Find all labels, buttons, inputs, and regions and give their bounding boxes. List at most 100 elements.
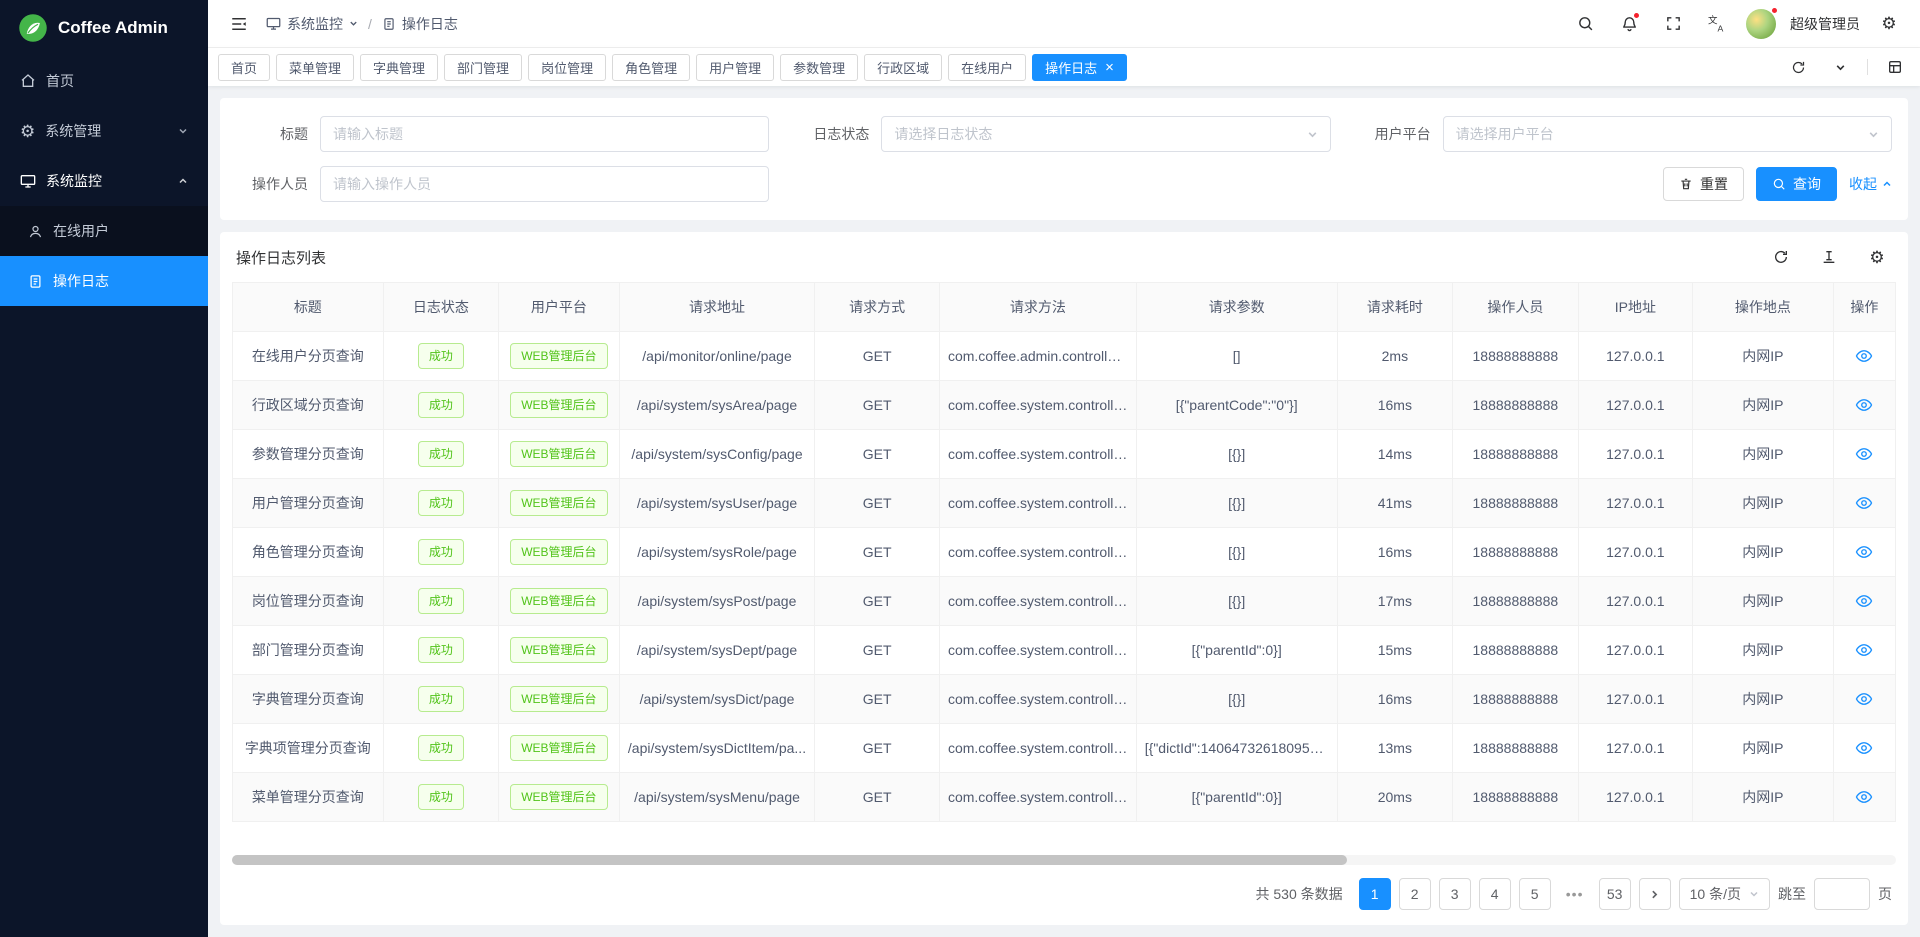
page-size-select[interactable]: 10 条/页: [1679, 878, 1770, 910]
view-detail-eye-icon[interactable]: [1855, 347, 1873, 365]
cell-location: 内网IP: [1693, 479, 1834, 528]
settings-gear-icon[interactable]: ⚙: [1874, 9, 1904, 39]
breadcrumb-parent[interactable]: 系统监控: [266, 14, 358, 34]
table-row: 菜单管理分页查询成功WEB管理后台/api/system/sysMenu/pag…: [233, 773, 1896, 822]
tab-options-chevron-down-icon[interactable]: [1825, 52, 1855, 82]
sidebar-collapse-icon[interactable]: [224, 9, 254, 39]
tab-label: 菜单管理: [289, 58, 341, 77]
next-page-button[interactable]: [1639, 878, 1671, 910]
sidebar-item-system-monitor[interactable]: 系统监控: [0, 156, 208, 206]
page-button-5[interactable]: 5: [1519, 878, 1551, 910]
view-detail-eye-icon[interactable]: [1855, 543, 1873, 561]
status-select[interactable]: 请选择日志状态: [881, 116, 1330, 152]
tab-首页[interactable]: 首页: [218, 54, 270, 81]
pagination-ellipsis[interactable]: •••: [1559, 878, 1591, 910]
sidebar-item-operation-log[interactable]: 操作日志: [0, 256, 208, 306]
page-button-4[interactable]: 4: [1479, 878, 1511, 910]
tab-岗位管理[interactable]: 岗位管理: [528, 54, 606, 81]
page-button-1[interactable]: 1: [1359, 878, 1391, 910]
tab-角色管理[interactable]: 角色管理: [612, 54, 690, 81]
tab-参数管理[interactable]: 参数管理: [780, 54, 858, 81]
tab-操作日志[interactable]: 操作日志×: [1032, 54, 1127, 81]
fullscreen-icon[interactable]: [1658, 9, 1688, 39]
column-header: 操作人员: [1453, 283, 1579, 332]
pagination-pages: 12345•••53: [1359, 878, 1631, 910]
tab-菜单管理[interactable]: 菜单管理: [276, 54, 354, 81]
cell-status: 成功: [383, 332, 498, 381]
view-detail-eye-icon[interactable]: [1855, 739, 1873, 757]
horizontal-scrollbar-thumb[interactable]: [232, 855, 1347, 865]
translate-icon[interactable]: 文A: [1702, 9, 1732, 39]
cell-method: GET: [815, 479, 940, 528]
svg-text:文: 文: [1708, 15, 1718, 27]
reset-button-label: 重置: [1700, 174, 1728, 194]
search-icon: [1772, 177, 1786, 191]
cell-duration: 13ms: [1337, 724, 1452, 773]
cell-method: GET: [815, 724, 940, 773]
table-row: 在线用户分页查询成功WEB管理后台/api/monitor/online/pag…: [233, 332, 1896, 381]
view-detail-eye-icon[interactable]: [1855, 396, 1873, 414]
tab-close-icon[interactable]: ×: [1105, 60, 1114, 75]
row-density-icon[interactable]: [1814, 242, 1844, 272]
horizontal-scrollbar-track[interactable]: [232, 855, 1896, 865]
sidebar-item-system-management[interactable]: ⚙ 系统管理: [0, 106, 208, 156]
tab-部门管理[interactable]: 部门管理: [444, 54, 522, 81]
tab-label: 岗位管理: [541, 58, 593, 77]
view-detail-eye-icon[interactable]: [1855, 445, 1873, 463]
tab-在线用户[interactable]: 在线用户: [948, 54, 1026, 81]
cell-method: GET: [815, 773, 940, 822]
cell-method: GET: [815, 626, 940, 675]
sidebar-item-home[interactable]: 首页: [0, 56, 208, 106]
cell-method: GET: [815, 381, 940, 430]
cell-operator: 18888888888: [1453, 430, 1579, 479]
cell-status: 成功: [383, 724, 498, 773]
sidebar-item-online-users[interactable]: 在线用户: [0, 206, 208, 256]
tab-行政区域[interactable]: 行政区域: [864, 54, 942, 81]
cell-status: 成功: [383, 675, 498, 724]
platform-label: 用户平台: [1359, 124, 1443, 144]
title-label: 标题: [236, 124, 320, 144]
view-detail-eye-icon[interactable]: [1855, 788, 1873, 806]
cell-status: 成功: [383, 528, 498, 577]
view-detail-eye-icon[interactable]: [1855, 690, 1873, 708]
operator-label: 操作人员: [236, 174, 320, 194]
notification-bell-icon[interactable]: [1614, 9, 1644, 39]
title-input[interactable]: [320, 116, 769, 152]
page-button-53[interactable]: 53: [1599, 878, 1631, 910]
cell-actions: [1833, 381, 1895, 430]
cell-platform: WEB管理后台: [499, 430, 620, 479]
view-detail-eye-icon[interactable]: [1855, 494, 1873, 512]
cell-url: /api/system/sysPost/page: [619, 577, 815, 626]
cell-actions: [1833, 675, 1895, 724]
view-detail-eye-icon[interactable]: [1855, 641, 1873, 659]
cell-location: 内网IP: [1693, 528, 1834, 577]
table-empty-space: [220, 822, 1908, 855]
collapse-filter-link[interactable]: 收起: [1849, 174, 1892, 194]
refresh-icon[interactable]: [1783, 52, 1813, 82]
reset-button[interactable]: 重置: [1663, 167, 1744, 201]
search-icon[interactable]: [1570, 9, 1600, 39]
cell-ip: 127.0.0.1: [1578, 479, 1692, 528]
tab-用户管理[interactable]: 用户管理: [696, 54, 774, 81]
table-refresh-icon[interactable]: [1766, 242, 1796, 272]
view-detail-eye-icon[interactable]: [1855, 592, 1873, 610]
username[interactable]: 超级管理员: [1790, 14, 1860, 34]
page-button-3[interactable]: 3: [1439, 878, 1471, 910]
column-header: 操作地点: [1693, 283, 1834, 332]
search-button[interactable]: 查询: [1756, 167, 1837, 201]
operator-input[interactable]: [320, 166, 769, 202]
platform-select[interactable]: 请选择用户平台: [1443, 116, 1892, 152]
cell-platform: WEB管理后台: [499, 626, 620, 675]
cell-duration: 2ms: [1337, 332, 1452, 381]
status-badge: 成功: [418, 539, 464, 565]
cell-location: 内网IP: [1693, 430, 1834, 479]
page-button-2[interactable]: 2: [1399, 878, 1431, 910]
column-settings-gear-icon[interactable]: ⚙: [1862, 242, 1892, 272]
cell-location: 内网IP: [1693, 626, 1834, 675]
breadcrumb-separator: /: [368, 16, 372, 32]
avatar[interactable]: [1746, 9, 1776, 39]
jump-page-input[interactable]: [1814, 878, 1870, 910]
tab-字典管理[interactable]: 字典管理: [360, 54, 438, 81]
tab-label: 行政区域: [877, 58, 929, 77]
layout-panel-icon[interactable]: [1880, 52, 1910, 82]
